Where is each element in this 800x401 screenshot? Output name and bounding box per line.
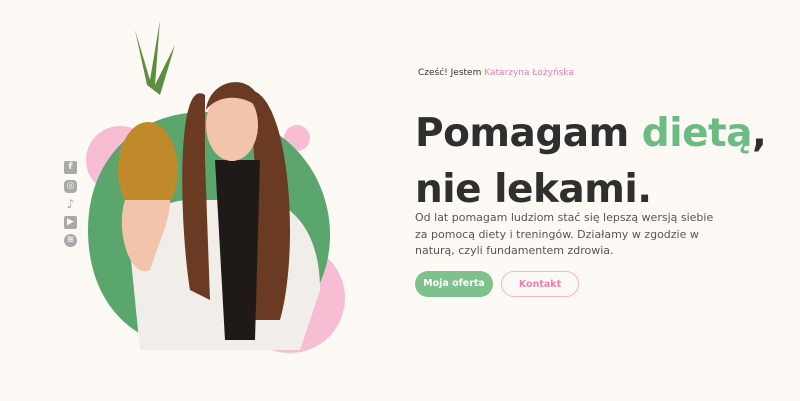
title-line2: nie lekami. [415,167,652,212]
offer-button[interactable]: Moja oferta [415,271,493,297]
contact-button[interactable]: Kontakt [501,271,579,297]
greeting: Cześć! Jestem Katarzyna Łożyńska [418,68,574,78]
author-name: Katarzyna Łożyńska [484,68,574,78]
title-part: Pomagam [415,111,642,156]
title-comma: , [752,111,767,156]
hero-image [86,20,345,353]
title-accent: dietą [641,111,753,156]
greeting-text: Cześć! Jestem [418,68,485,78]
page-title: Pomagam dietą, nie lekami. [415,106,767,218]
hero-description: Od lat pomagam ludziom stać się lepszą w… [415,211,714,257]
